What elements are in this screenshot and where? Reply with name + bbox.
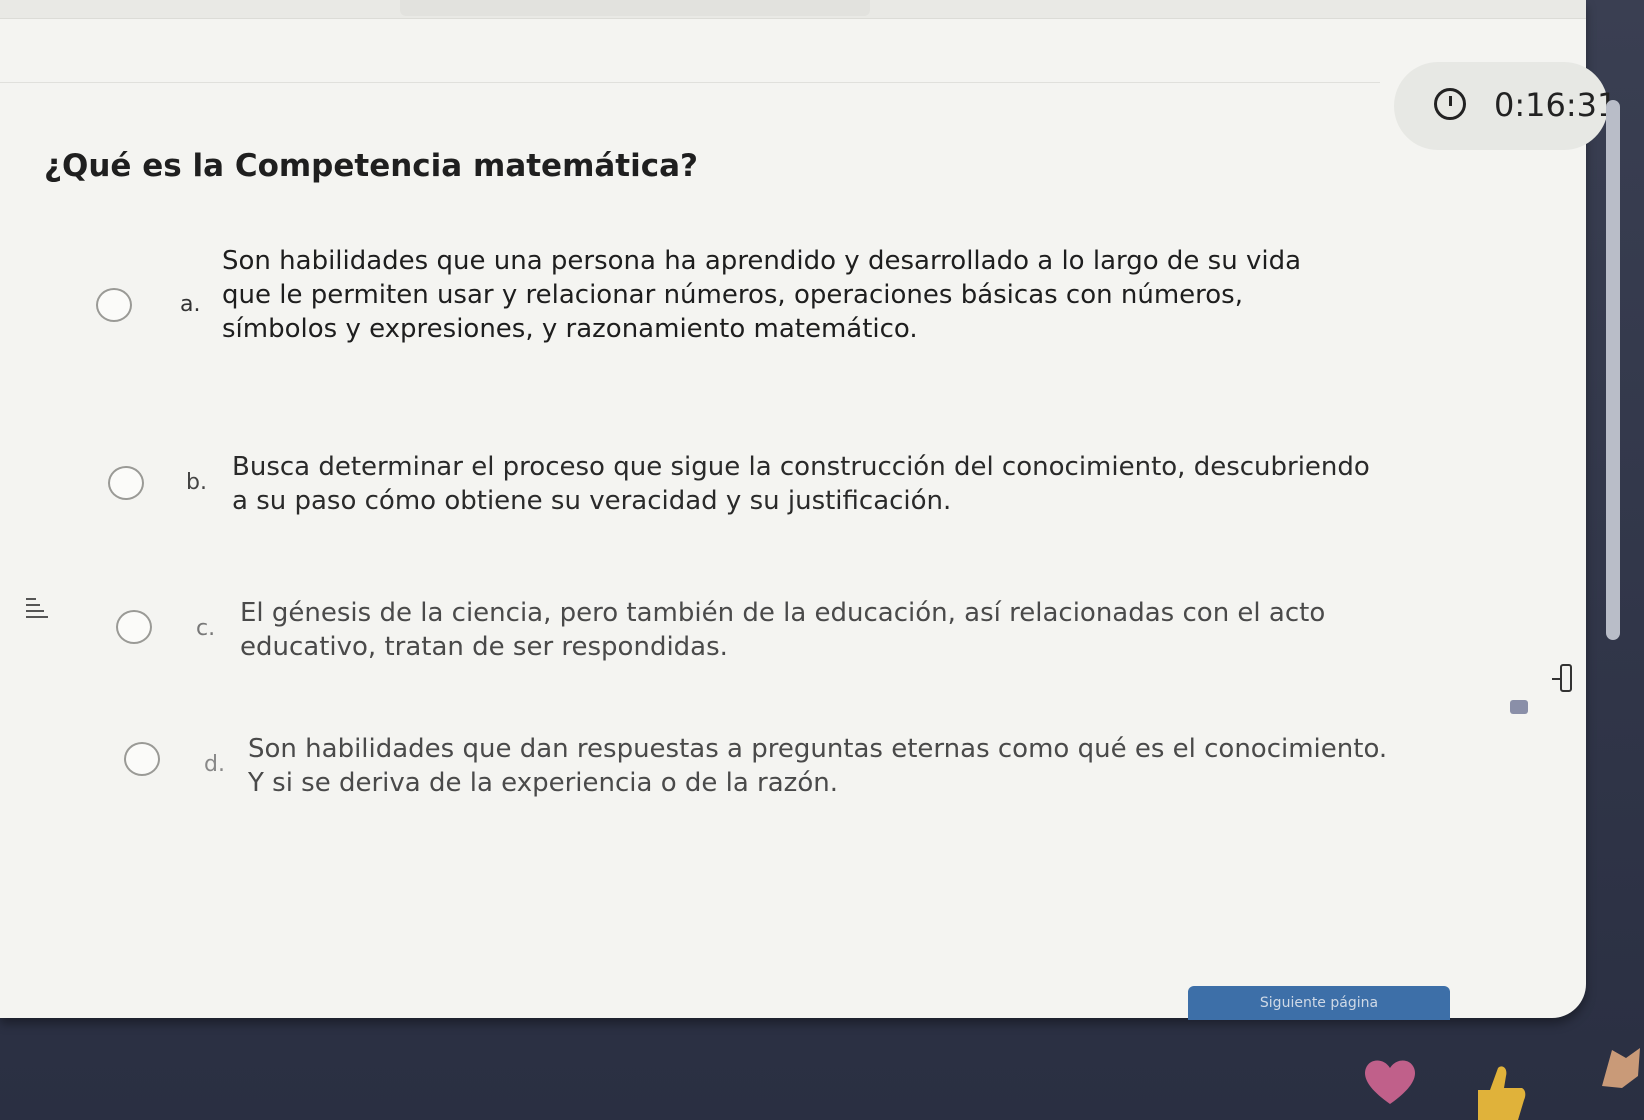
option-b-text: Busca determinar el proceso que sigue la… xyxy=(232,452,1370,516)
quiz-panel: 0:16:31 ¿Qué es la Competencia matemátic… xyxy=(0,0,1617,1018)
heart-icon xyxy=(1365,1060,1415,1104)
scrollbar[interactable] xyxy=(1606,100,1620,640)
option-d-letter: d. xyxy=(204,752,225,777)
screen: 0:16:31 ¿Qué es la Competencia matemátic… xyxy=(0,0,1644,1120)
option-d-text: Son habilidades que dan respuestas a pre… xyxy=(248,734,1388,798)
decorative-badge-icon xyxy=(1602,1048,1640,1088)
option-b-radio[interactable] xyxy=(108,466,144,500)
option-a-radio[interactable] xyxy=(96,288,132,322)
clock-icon xyxy=(1434,88,1466,120)
quiz-timer: 0:16:31 xyxy=(1394,62,1617,150)
page-marker xyxy=(1510,700,1528,714)
divider xyxy=(0,82,1380,83)
flag-icon[interactable] xyxy=(1552,664,1576,694)
question-text: ¿Qué es la Competencia matemática? xyxy=(44,148,699,184)
option-d-radio[interactable] xyxy=(124,742,160,776)
option-a-text: Son habilidades que una persona ha apren… xyxy=(222,246,1302,344)
next-page-button[interactable]: Siguiente página xyxy=(1188,986,1450,1020)
option-c-radio[interactable] xyxy=(116,610,152,644)
menu-icon[interactable] xyxy=(26,596,48,620)
option-c-letter: c. xyxy=(196,616,216,641)
grade-status xyxy=(400,0,870,16)
option-a-letter: a. xyxy=(180,292,201,317)
top-strip xyxy=(0,0,1586,19)
timer-value: 0:16:31 xyxy=(1494,86,1618,124)
thumbs-up-icon xyxy=(1478,1066,1526,1120)
option-b-letter: b. xyxy=(186,470,207,495)
option-c-text: El génesis de la ciencia, pero también d… xyxy=(240,598,1326,662)
